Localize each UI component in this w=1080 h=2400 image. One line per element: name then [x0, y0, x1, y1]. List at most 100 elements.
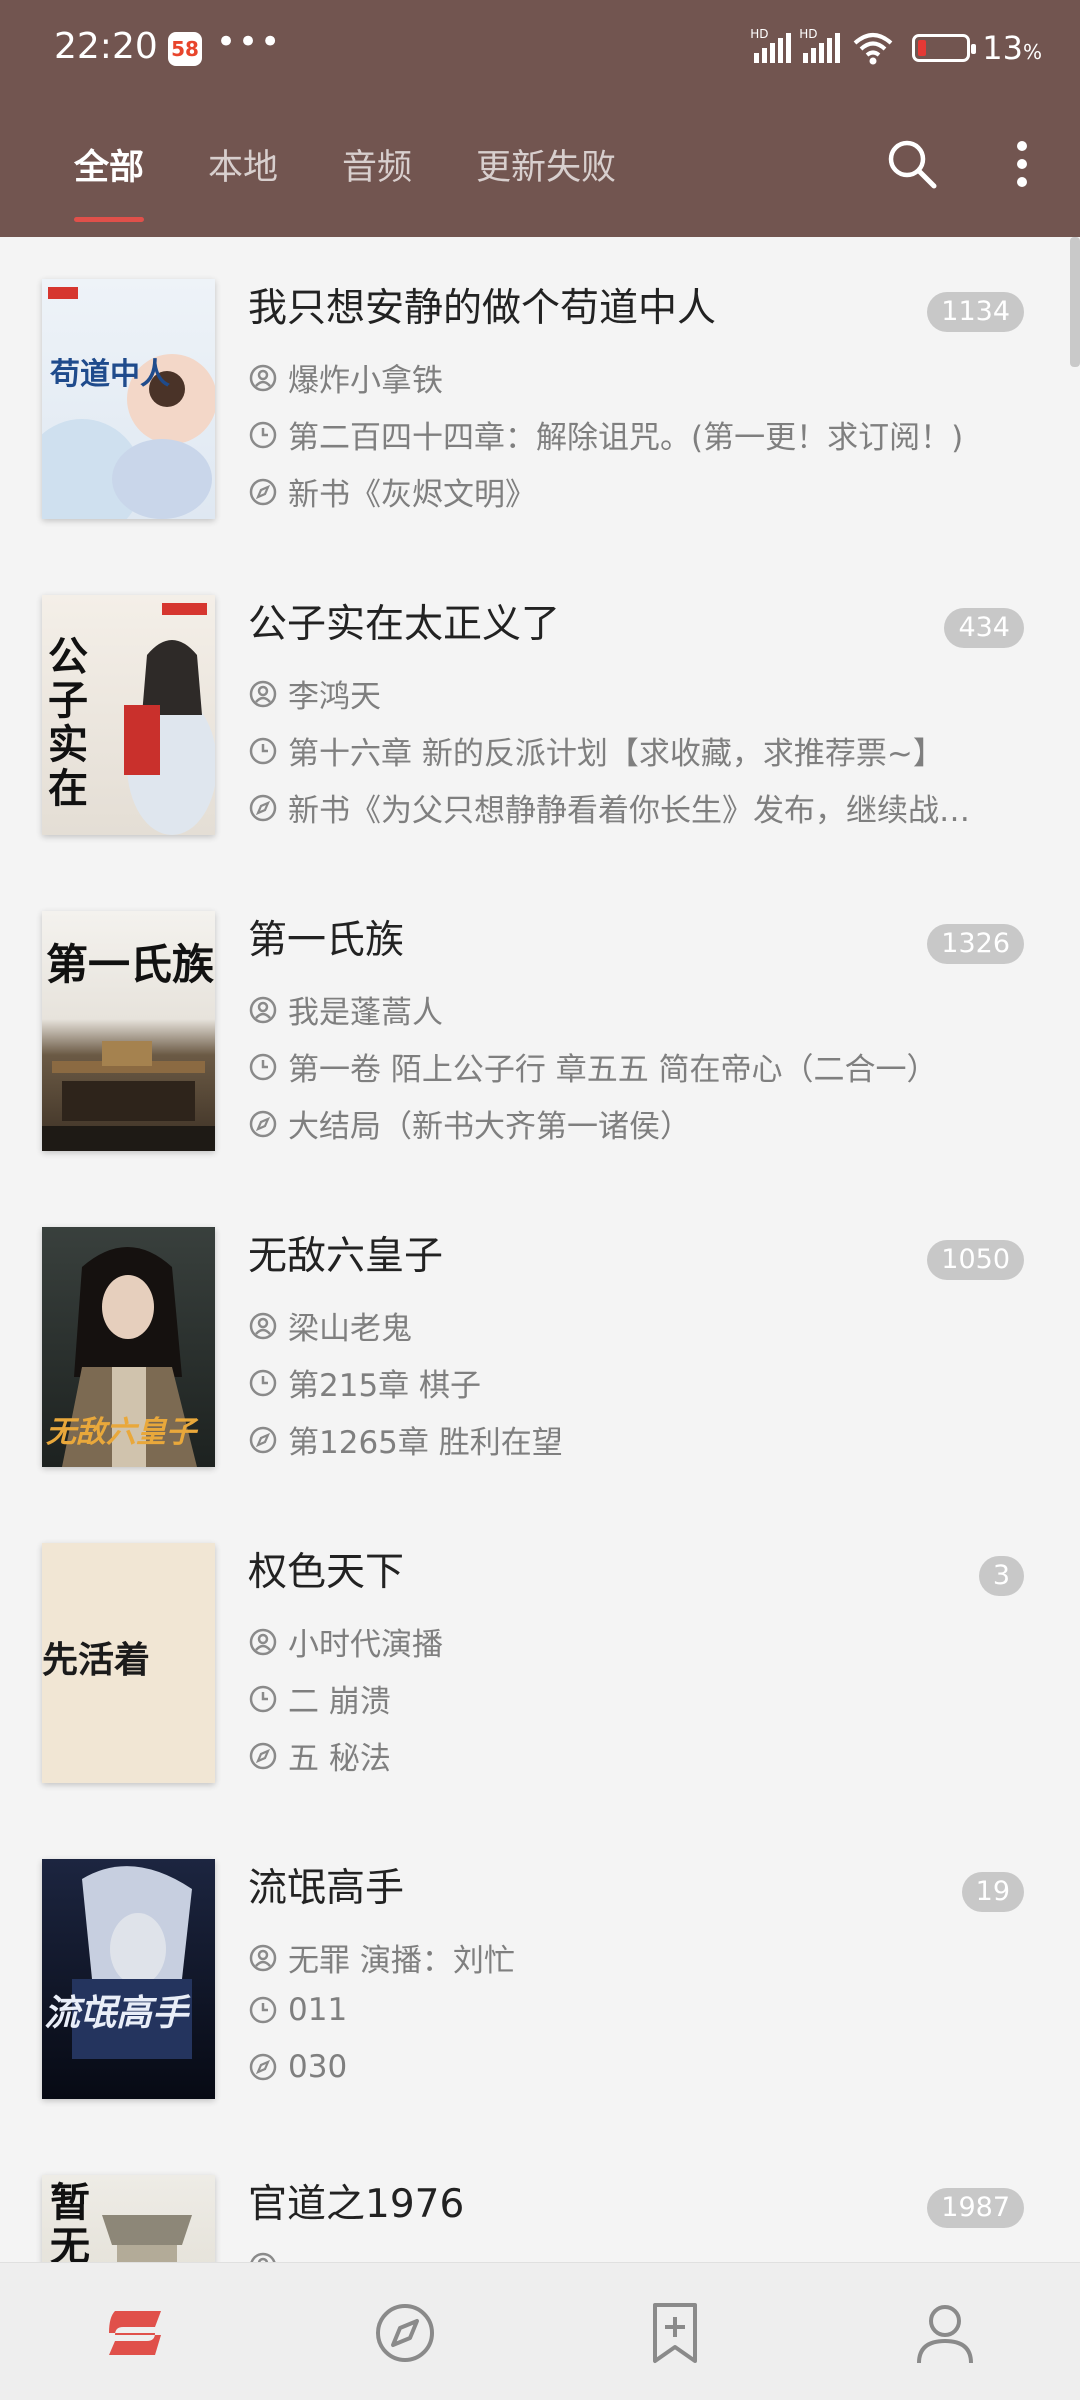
latest-chapter-text: 第二百四十四章：解除诅咒。(第一更！求订阅！): [288, 420, 964, 456]
tab-update-failed[interactable]: 更新失败: [476, 128, 616, 208]
book-latest-read: 第215章 棋子: [248, 1360, 481, 1405]
notification-more-icon: •••: [216, 22, 283, 62]
status-time: 22:20: [54, 26, 158, 67]
bookmark-add-icon[interactable]: [635, 2293, 715, 2373]
unread-count-badge: 1134: [927, 292, 1024, 332]
book-author: [248, 2251, 288, 2262]
book-cover[interactable]: 先活着: [42, 1543, 215, 1783]
clock-icon: [249, 1053, 277, 1080]
search-icon[interactable]: [884, 136, 940, 192]
battery-icon: [912, 34, 977, 62]
book-author: 无罪 演播：刘忙: [248, 1935, 515, 1980]
book-latest-read: 二 崩溃: [248, 1676, 391, 1721]
compass-icon: [249, 2053, 277, 2081]
book-cover[interactable]: 暂无: [42, 2175, 215, 2262]
tab-label: 音频: [342, 148, 413, 188]
update-chapter-text: 第1265章 胜利在望: [288, 1425, 563, 1461]
author-text: 无罪 演播：刘忙: [288, 1943, 515, 1979]
tab-all[interactable]: 全部: [74, 128, 145, 222]
book-latest-read: 第一卷 陌上公子行 章五五 简在帝心（二合一）: [248, 1044, 938, 1089]
clock-icon: [249, 1369, 277, 1396]
book-latest-update: 新书《为父只想静静看着你长生》发布，继续战…: [248, 785, 970, 830]
book-title: 我只想安静的做个苟道中人: [248, 286, 717, 331]
user-icon: [249, 1628, 277, 1655]
book-author: 小时代演播: [248, 1619, 443, 1664]
hd-label: HD: [799, 27, 818, 41]
book-item[interactable]: 先活着 权色天下 3 小时代演播 二 崩溃 五 秘法: [0, 1501, 1080, 1817]
clock-icon: [249, 1996, 277, 2024]
notification-app-icon: 58: [168, 32, 202, 66]
tab-indicator: [74, 217, 145, 222]
tab-local[interactable]: 本地: [208, 128, 278, 208]
unread-count-badge: 19: [961, 1872, 1024, 1912]
book-latest-update: 030: [248, 2049, 347, 2085]
cover-title: 第一氏族: [46, 940, 215, 989]
book-latest-read: 011: [248, 1992, 347, 2028]
scrollbar[interactable]: [1070, 237, 1080, 367]
book-author: 李鸿天: [248, 671, 381, 716]
book-item[interactable]: 无敌六皇子 无敌六皇子 1050 梁山老鬼 第215章 棋子 第1265章 胜利…: [0, 1185, 1080, 1501]
author-text: 梁山老鬼: [288, 1311, 412, 1347]
tab-label: 本地: [208, 148, 279, 188]
compass-icon: [249, 794, 277, 821]
tab-audio[interactable]: 音频: [342, 128, 412, 208]
book-cover[interactable]: 公子实在: [42, 595, 215, 835]
update-chapter-text: 新书《为父只想静静看着你长生》发布，继续战…: [288, 793, 970, 829]
update-chapter-text: 大结局（新书大齐第一诸侯）: [288, 1109, 691, 1145]
update-chapter-text: 030: [288, 2049, 348, 2085]
unread-count-badge: 1326: [927, 924, 1024, 964]
cover-art: [42, 287, 215, 519]
update-chapter-text: 五 秘法: [288, 1741, 391, 1777]
book-author: 我是蓬蒿人: [248, 987, 443, 1032]
book-title: 官道之1976: [248, 2182, 465, 2227]
profile-icon[interactable]: [905, 2293, 985, 2373]
author-text: 李鸿天: [288, 679, 381, 715]
compass-icon: [249, 478, 277, 505]
battery-level: 13%: [982, 29, 1042, 67]
hd-label: HD: [750, 27, 769, 41]
book-cover[interactable]: 流氓高手: [42, 1859, 215, 2099]
book-latest-read: 第十六章 新的反派计划【求收藏，求推荐票~】: [248, 728, 944, 773]
app-header: 22:20 58 ••• HD HD 13% 全部 本地 音频 更新失败: [0, 0, 1080, 237]
book-latest-update: 第1265章 胜利在望: [248, 1417, 563, 1462]
status-bar: 22:20 58 ••• HD HD 13%: [0, 0, 1080, 100]
book-latest-update: 大结局（新书大齐第一诸侯）: [248, 1101, 691, 1146]
book-item[interactable]: 流氓高手 流氓高手 19 无罪 演播：刘忙 011 030: [0, 1817, 1080, 2133]
user-icon: [249, 680, 277, 707]
author-text: 小时代演播: [288, 1627, 443, 1663]
author-text: 我是蓬蒿人: [288, 995, 443, 1031]
book-latest-update: 五 秘法: [248, 1733, 391, 1778]
book-title: 无敌六皇子: [248, 1234, 444, 1279]
book-item[interactable]: 苟道中人 我只想安静的做个苟道中人 1134 爆炸小拿铁 第二百四十四章：解除诅…: [0, 237, 1080, 553]
compass-icon: [249, 1426, 277, 1453]
author-text: 爆炸小拿铁: [288, 363, 443, 399]
bookshelf-icon[interactable]: [95, 2293, 175, 2373]
unread-count-badge: 1987: [927, 2188, 1024, 2228]
compass-icon: [249, 1110, 277, 1137]
compass-icon: [249, 1742, 277, 1769]
book-cover[interactable]: 苟道中人: [42, 279, 215, 519]
unread-count-badge: 434: [944, 608, 1024, 648]
tab-label: 更新失败: [476, 148, 617, 188]
book-item[interactable]: 公子实在 公子实在太正义了 434 李鸿天 第十六章 新的反派计划【求收藏，求推…: [0, 553, 1080, 869]
clock-icon: [249, 737, 277, 764]
unread-count-badge: 1050: [927, 1240, 1024, 1280]
book-author: 梁山老鬼: [248, 1303, 412, 1348]
discover-icon[interactable]: [365, 2293, 445, 2373]
clock-icon: [249, 421, 277, 448]
book-author: 爆炸小拿铁: [248, 355, 443, 400]
book-item[interactable]: 暂无 官道之1976 1987: [0, 2133, 1080, 2262]
book-title: 公子实在太正义了: [248, 602, 561, 647]
update-chapter-text: 新书《灰烬文明》: [288, 477, 536, 513]
cover-title: 暂无: [50, 2180, 90, 2262]
user-icon: [249, 1312, 277, 1339]
book-cover[interactable]: 第一氏族: [42, 911, 215, 1151]
book-cover[interactable]: 无敌六皇子: [42, 1227, 215, 1467]
latest-chapter-text: 第十六章 新的反派计划【求收藏，求推荐票~】: [288, 736, 944, 772]
tab-bar: 全部 本地 音频 更新失败: [0, 128, 616, 222]
unread-count-badge: 3: [978, 1556, 1024, 1596]
user-icon: [249, 1944, 277, 1971]
book-item[interactable]: 第一氏族 第一氏族 1326 我是蓬蒿人 第一卷 陌上公子行 章五五 简在帝心（…: [0, 869, 1080, 1185]
tab-label: 全部: [74, 148, 145, 188]
more-vert-icon[interactable]: [1010, 136, 1034, 192]
